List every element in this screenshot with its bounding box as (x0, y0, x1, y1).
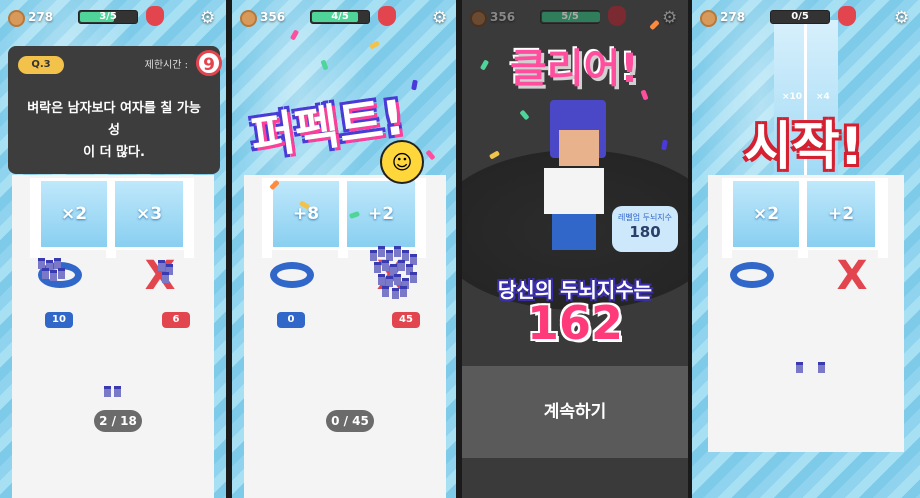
gate-left[interactable]: ×2 (730, 178, 802, 250)
question-card: Q.3 제한시간 : 9 벼락은 남자보다 여자를 칠 가능성 이 더 많다. (8, 46, 222, 174)
crowd-counter: 2 / 18 (94, 410, 142, 432)
gate-right[interactable]: ×3 (112, 178, 186, 250)
money-bag-icon[interactable] (146, 6, 164, 26)
gear-icon[interactable]: ⚙ (894, 9, 912, 27)
level-progress-bar: 3/5 (78, 10, 138, 24)
coin-icon (240, 10, 257, 27)
coin-count: 356 (490, 10, 516, 24)
level-progress-bar: 4/5 (310, 10, 370, 24)
gate-right[interactable]: +2 (804, 178, 878, 250)
panel-question: ×2 ×3 X 10 6 2 / 18 278 3/5 ⚙ Q.3 제한시간 :… (0, 0, 226, 498)
start-overlay: 시작! (744, 117, 864, 177)
x-count-badge: 6 (162, 312, 190, 328)
tower-mult-right: ×4 (816, 92, 830, 102)
continue-button[interactable]: 계속하기 (462, 366, 688, 458)
o-answer-icon[interactable] (730, 262, 774, 288)
coin-icon (8, 10, 25, 27)
levelup-bubble: 레벨업 두뇌지수 180 (612, 206, 678, 252)
smiley-icon: ☺ (380, 140, 424, 184)
level-progress-bar: 5/5 (540, 10, 600, 24)
tower-mult-left: ×10 (782, 92, 803, 102)
crowd-counter: 0 / 45 (326, 410, 374, 432)
gate-left[interactable]: ×2 (38, 178, 110, 250)
character-body (544, 168, 604, 214)
coin-count: 278 (720, 10, 746, 24)
clear-overlay: 클리어! (510, 46, 639, 92)
gear-icon[interactable]: ⚙ (432, 9, 450, 27)
o-count-badge: 0 (277, 312, 305, 328)
o-answer-icon[interactable] (270, 262, 314, 288)
level-progress-bar: 0/5 (770, 10, 830, 24)
character-legs (552, 214, 596, 250)
o-count-badge: 10 (45, 312, 73, 328)
question-text: 벼락은 남자보다 여자를 칠 가능성 이 더 많다. (27, 101, 201, 160)
coin-icon (700, 10, 717, 27)
question-number: Q.3 (18, 56, 64, 74)
panel-perfect: +8 +2 X 0 45 0 / 45 356 4/5 ⚙ 퍼펙트! ☺ (232, 0, 458, 498)
money-bag-icon[interactable] (838, 6, 856, 26)
iq-value: 162 (526, 296, 624, 350)
x-answer-icon[interactable]: X (832, 256, 872, 296)
gear-icon: ⚙ (662, 8, 678, 28)
gear-icon[interactable]: ⚙ (200, 9, 218, 27)
countdown-timer: 9 (196, 50, 222, 76)
coin-count: 356 (260, 10, 286, 24)
x-count-badge: 45 (392, 312, 420, 328)
panel-start: ×10 ×4 ×2 +2 X 278 0/5 ⚙ 시작! (692, 0, 920, 498)
screenshot-strip: ×2 ×3 X 10 6 2 / 18 278 3/5 ⚙ Q.3 제한시간 :… (0, 0, 920, 498)
coin-icon (470, 10, 487, 27)
character-face (559, 130, 599, 166)
time-limit-label: 제한시간 : (144, 60, 188, 71)
money-bag-icon[interactable] (378, 6, 396, 26)
panel-clear: 356 5/5 ⚙ 클리어! 레벨업 두뇌지수 180 당신의 두뇌지수는 16… (462, 0, 688, 498)
coin-count: 278 (28, 10, 54, 24)
gate-left[interactable]: +8 (270, 178, 342, 250)
money-bag-icon (608, 6, 626, 26)
